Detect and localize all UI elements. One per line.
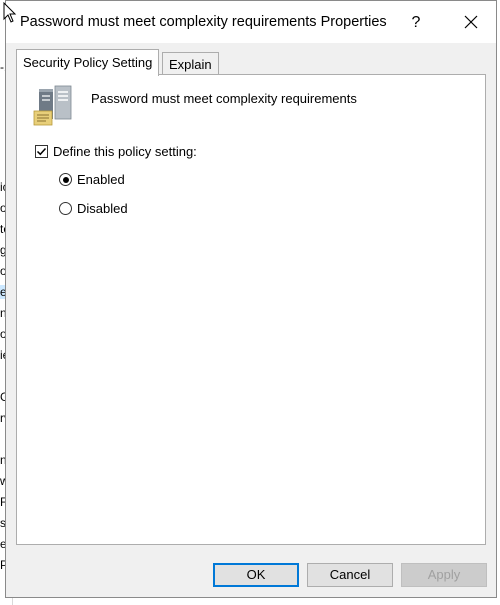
tab-page: Password must meet complexity requiremen… [16,74,486,545]
properties-dialog: Password must meet complexity requiremen… [5,0,497,598]
policy-name: Password must meet complexity requiremen… [91,91,357,106]
tab-security-policy-setting[interactable]: Security Policy Setting [16,49,160,76]
close-icon [464,15,478,29]
tab-strip: Security Policy Setting Explain [16,49,486,76]
enabled-label: Enabled [77,172,125,187]
enabled-radio[interactable] [59,173,72,186]
radio-selected-dot [62,176,69,183]
disabled-radio[interactable] [59,202,72,215]
checkmark-icon [36,147,47,156]
disabled-label: Disabled [77,201,128,216]
disabled-radio-row[interactable]: Disabled [59,201,128,216]
close-button[interactable] [456,9,486,35]
enabled-radio-row[interactable]: Enabled [59,172,125,187]
title-bar[interactable]: Password must meet complexity requiremen… [6,1,496,43]
apply-button[interactable]: Apply [401,563,487,587]
define-policy-checkbox-row[interactable]: Define this policy setting: [35,144,197,159]
dialog-title: Password must meet complexity requiremen… [20,14,387,30]
ok-button[interactable]: OK [213,563,299,587]
define-policy-checkbox[interactable] [35,145,48,158]
tab-explain[interactable]: Explain [162,52,219,75]
mouse-pointer-icon [3,2,17,23]
help-button[interactable]: ? [401,11,431,35]
define-policy-label: Define this policy setting: [53,144,197,159]
cancel-button[interactable]: Cancel [307,563,393,587]
server-policy-icon [33,85,72,126]
